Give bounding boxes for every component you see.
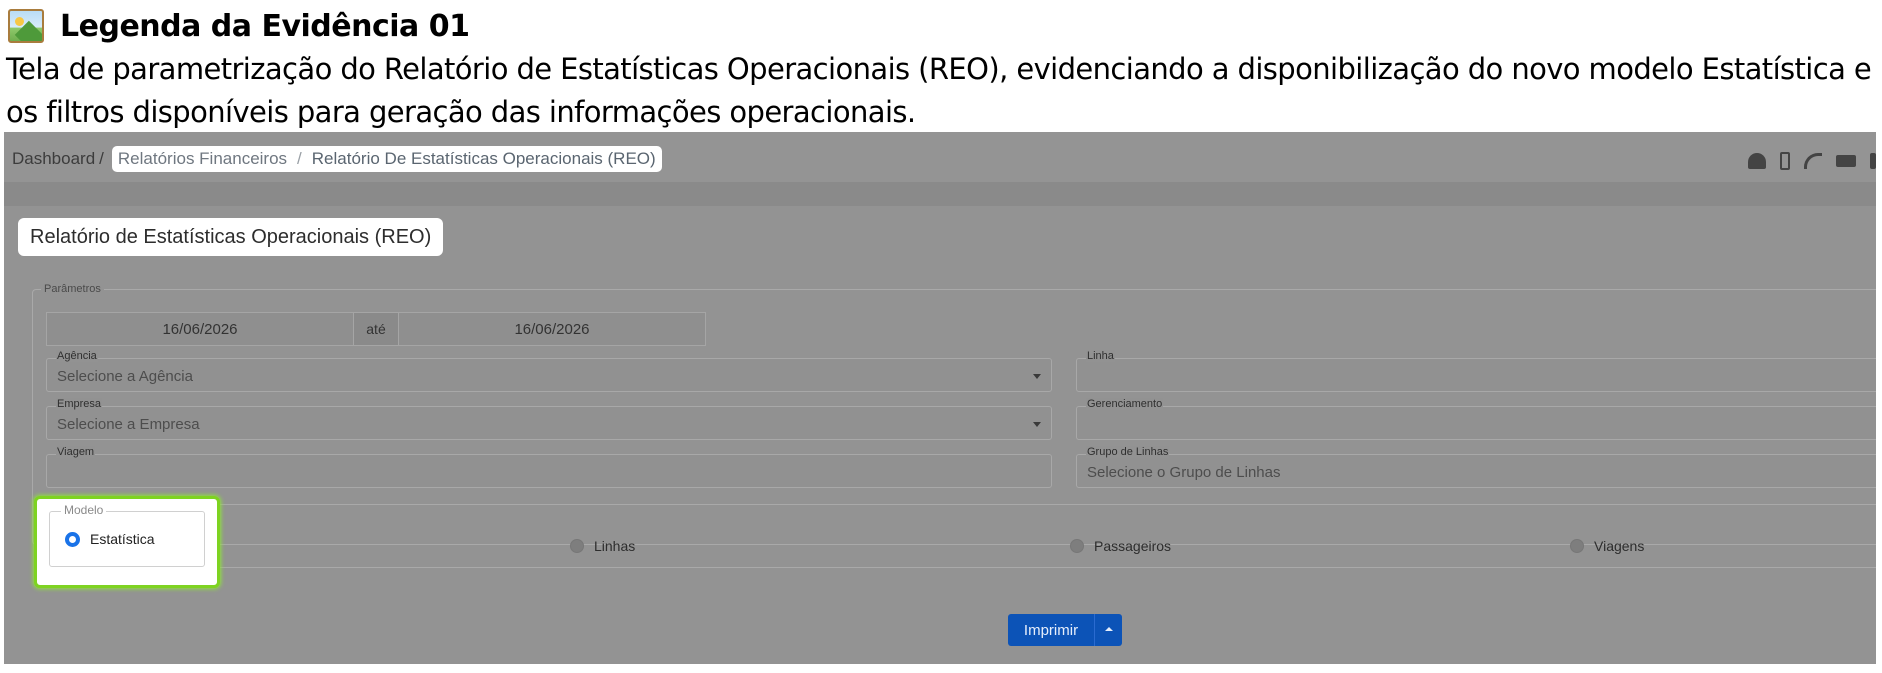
user-settings-icon[interactable]: [1748, 153, 1766, 169]
breadcrumb-dashboard[interactable]: Dashboard: [12, 149, 95, 169]
modelo-legend: Modelo: [61, 503, 107, 517]
empresa-select[interactable]: Empresa Selecione a Empresa: [46, 398, 1052, 440]
app-screenshot: Dashboard / Relatórios Financeiros / Rel…: [4, 132, 1876, 664]
top-bar: Dashboard / Relatórios Financeiros / Rel…: [4, 132, 1876, 182]
grupo-linhas-select[interactable]: Grupo de Linhas Selecione o Grupo de Lin…: [1076, 446, 1876, 488]
radio-circle[interactable]: [1070, 539, 1084, 553]
phone-icon[interactable]: [1780, 152, 1790, 170]
empresa-label: Empresa: [56, 398, 103, 410]
breadcrumb-separator: /: [297, 149, 302, 168]
empresa-placeholder: Selecione a Empresa: [57, 416, 200, 433]
radio-label-linhas: Linhas: [594, 538, 636, 554]
radio-label-estatistica: Estatística: [90, 531, 155, 547]
overflow-icon[interactable]: [1870, 153, 1876, 169]
caption-title-text: Legenda da Evidência 01: [60, 8, 470, 44]
radio-linhas[interactable]: Linhas: [570, 538, 635, 554]
gerenciamento-label: Gerenciamento: [1086, 398, 1164, 410]
modelo-highlight-box: Modelo Estatística: [34, 496, 220, 588]
breadcrumb-relatorios-financeiros[interactable]: Relatórios Financeiros: [118, 149, 287, 169]
viagem-label: Viagem: [56, 446, 96, 458]
caption-description: Tela de parametrização do Relatório de E…: [6, 52, 1872, 129]
breadcrumb: Dashboard / Relatórios Financeiros / Rel…: [12, 146, 662, 172]
radio-selected-icon[interactable]: [65, 531, 80, 547]
radio-passageiros[interactable]: Passageiros: [1070, 538, 1171, 554]
top-icons: [1748, 152, 1876, 170]
radio-label-viagens: Viagens: [1594, 538, 1645, 554]
date-to-input[interactable]: 16/06/2026: [398, 312, 706, 346]
breadcrumb-current: Relatório De Estatísticas Operacionais (…: [311, 149, 656, 168]
print-dropdown-toggle[interactable]: [1094, 614, 1122, 646]
picture-icon: [8, 9, 44, 43]
gerenciamento-field[interactable]: Gerenciamento: [1076, 398, 1876, 440]
print-button[interactable]: Imprimir: [1008, 614, 1094, 646]
agencia-label: Agência: [56, 350, 98, 362]
linha-label: Linha: [1086, 350, 1115, 362]
header-band: [4, 182, 1876, 206]
modelo-fieldset: [48, 504, 1876, 568]
radio-circle[interactable]: [1570, 539, 1584, 553]
date-range-separator: até: [354, 312, 398, 346]
page-title: Relatório de Estatísticas Operacionais (…: [18, 218, 444, 256]
agencia-select[interactable]: Agência Selecione a Agência: [46, 350, 1052, 392]
breadcrumb-separator: /: [99, 149, 104, 168]
date-from-input[interactable]: 16/06/2026: [46, 312, 354, 346]
grupo-linhas-label: Grupo de Linhas: [1086, 446, 1170, 458]
viagem-field[interactable]: Viagem: [46, 446, 1052, 488]
radio-label-passageiros: Passageiros: [1094, 538, 1172, 554]
chevron-down-icon: [1033, 374, 1041, 379]
radio-viagens[interactable]: Viagens: [1570, 538, 1644, 554]
card-icon[interactable]: [1836, 155, 1856, 167]
signal-icon[interactable]: [1804, 153, 1822, 169]
caption-title: Legenda da Evidência 01: [8, 6, 470, 46]
print-button-group: Imprimir: [1008, 614, 1122, 646]
breadcrumb-highlight: Relatórios Financeiros / Relatório De Es…: [111, 146, 662, 172]
agencia-placeholder: Selecione a Agência: [57, 368, 193, 385]
grupo-linhas-placeholder: Selecione o Grupo de Linhas: [1087, 464, 1281, 481]
params-legend: Parâmetros: [44, 283, 101, 295]
radio-estatistica[interactable]: Estatística: [65, 531, 155, 547]
radio-circle[interactable]: [570, 539, 584, 553]
chevron-down-icon: [1033, 422, 1041, 427]
linha-field[interactable]: Linha: [1076, 350, 1876, 392]
date-range: 16/06/2026 até 16/06/2026: [46, 312, 706, 346]
